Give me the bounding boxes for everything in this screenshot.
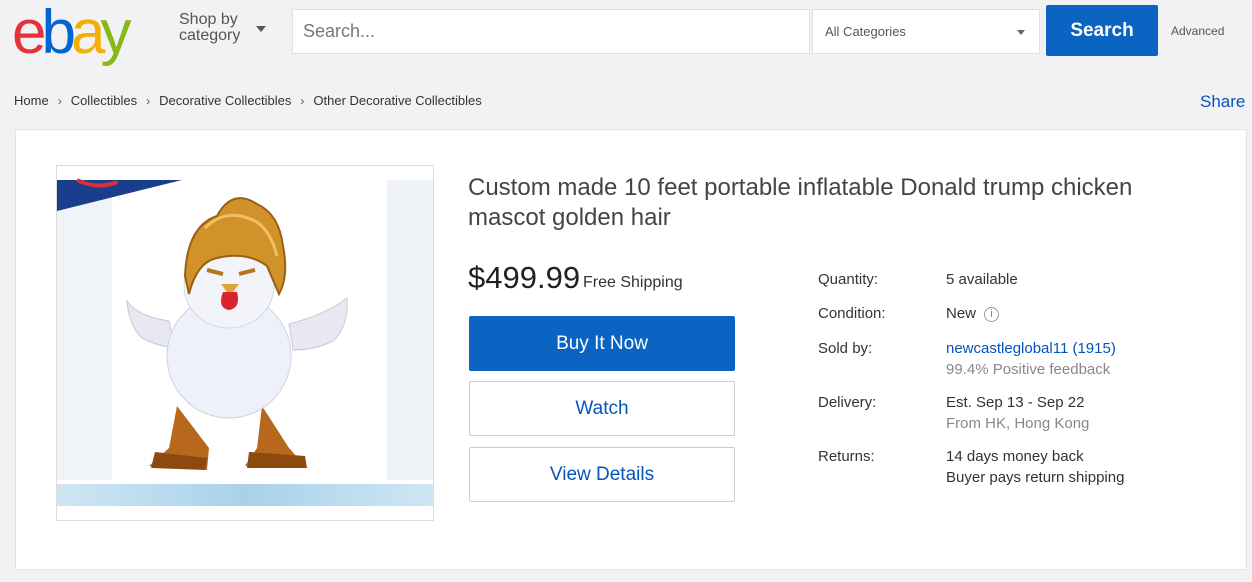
delivery-info: Est. Sep 13 - Sep 22 From HK, Hong Kong bbox=[946, 392, 1089, 434]
search-input[interactable] bbox=[293, 10, 809, 53]
breadcrumb-separator: › bbox=[300, 93, 305, 108]
returns-policy: 14 days money back bbox=[946, 448, 1084, 465]
quantity-value: 5 available bbox=[946, 271, 1018, 288]
product-image[interactable] bbox=[56, 165, 434, 521]
logo-letter-y: y bbox=[100, 0, 131, 67]
listing-card: Custom made 10 feet portable inflatable … bbox=[15, 129, 1247, 570]
breadcrumb-separator: › bbox=[146, 93, 151, 108]
condition-value: New bbox=[946, 305, 977, 322]
breadcrumb-separator: › bbox=[57, 93, 62, 108]
category-selected-value: All Categories bbox=[825, 24, 906, 39]
seller-link[interactable]: newcastleglobal11 (1915) bbox=[946, 340, 1116, 357]
breadcrumb-decorative-collectibles[interactable]: Decorative Collectibles bbox=[159, 93, 291, 108]
returns-label: Returns: bbox=[818, 448, 875, 465]
delivery-estimate: Est. Sep 13 - Sep 22 bbox=[946, 394, 1085, 411]
buy-it-now-button[interactable]: Buy It Now bbox=[469, 316, 735, 371]
condition-value-wrapper: New i bbox=[946, 303, 1000, 324]
breadcrumb-home[interactable]: Home bbox=[14, 93, 49, 108]
category-select[interactable]: All Categories bbox=[812, 9, 1040, 54]
delivery-origin: From HK, Hong Kong bbox=[946, 415, 1090, 432]
chicken-mascot-illustration bbox=[57, 178, 348, 470]
breadcrumb-collectibles[interactable]: Collectibles bbox=[71, 93, 137, 108]
site-header: ebay Shop by category All Categories Sea… bbox=[0, 0, 1252, 66]
returns-info: 14 days money back Buyer pays return shi… bbox=[946, 446, 1124, 488]
shipping-info: Free Shipping bbox=[583, 274, 683, 291]
logo-letter-e: e bbox=[12, 0, 47, 67]
condition-label: Condition: bbox=[818, 305, 886, 322]
ebay-logo[interactable]: ebay bbox=[12, 0, 131, 67]
watch-button[interactable]: Watch bbox=[469, 381, 735, 436]
shop-by-line1: Shop by bbox=[179, 11, 238, 28]
listing-price: $499.99 bbox=[468, 260, 581, 295]
breadcrumb-other-decorative-collectibles[interactable]: Other Decorative Collectibles bbox=[313, 93, 481, 108]
chevron-down-icon[interactable] bbox=[256, 26, 266, 32]
search-field-wrapper bbox=[292, 9, 810, 54]
breadcrumb: Home › Collectibles › Decorative Collect… bbox=[14, 93, 482, 108]
listing-title: Custom made 10 feet portable inflatable … bbox=[468, 174, 1133, 231]
sold-by-label: Sold by: bbox=[818, 340, 873, 357]
shop-by-line2: category bbox=[179, 27, 241, 44]
seller-info: newcastleglobal11 (1915) 99.4% Positive … bbox=[946, 338, 1116, 380]
advanced-search-link[interactable]: Advanced bbox=[1171, 24, 1224, 38]
shop-by-category-button[interactable]: Shop by category bbox=[179, 12, 240, 44]
returns-shipping: Buyer pays return shipping bbox=[946, 469, 1125, 486]
logo-letter-b: b bbox=[41, 0, 76, 67]
chevron-down-icon bbox=[1017, 30, 1025, 35]
delivery-label: Delivery: bbox=[818, 394, 877, 411]
quantity-label: Quantity: bbox=[818, 271, 879, 288]
seller-feedback: 99.4% Positive feedback bbox=[946, 361, 1111, 378]
info-icon[interactable]: i bbox=[984, 307, 1000, 322]
search-button[interactable]: Search bbox=[1046, 5, 1158, 56]
view-details-button[interactable]: View Details bbox=[469, 447, 735, 502]
logo-letter-a: a bbox=[70, 0, 106, 67]
share-link[interactable]: Share bbox=[1200, 92, 1245, 112]
